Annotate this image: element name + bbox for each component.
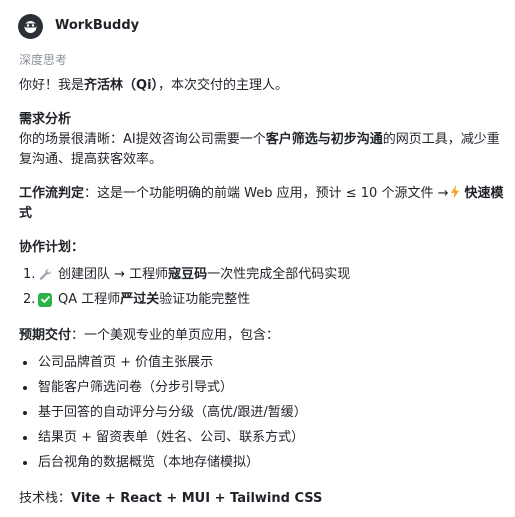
needs-strong: 客户筛选与初步沟通 (265, 132, 383, 147)
workflow-desc: ：这是一个功能明确的前端 Web 应用，预计 ≤ 10 个源文件 → (84, 186, 449, 201)
workbuddy-avatar-icon (18, 13, 43, 39)
tech-stack-line: 技术栈：Vite + React + MUI + Tailwind CSS (19, 489, 507, 509)
list-item: 公司品牌首页 + 价值主张展示 (19, 350, 507, 375)
plan-section: 协作计划： 1. 创建团队 → 工程师寇豆码一次性完成全部代码实现 2. QA … (19, 238, 507, 312)
needs-pre: 你的场景很清晰：AI提效咨询公司需要一个 (19, 132, 266, 147)
needs-text: 你的场景很清晰：AI提效咨询公司需要一个客户筛选与初步沟通的网页工具，减少重复沟… (19, 130, 507, 170)
plan-heading: 协作计划： (19, 240, 85, 255)
assistant-header: WorkBuddy (18, 13, 139, 39)
list-item: 基于回答的自动评分与分级（高优/跟进/暂缓） (19, 400, 507, 425)
bullet-icon (23, 360, 27, 365)
plan-step-text: 创建团队 → 工程师寇豆码一次性完成全部代码实现 (58, 266, 351, 282)
greeting-line: 你好！我是齐活林（Qi），本次交付的主理人。 (19, 76, 507, 96)
greeting-pre: 你好！我是 (19, 78, 85, 93)
assistant-name: WorkBuddy (55, 18, 140, 33)
greeting-name: 齐活林（Qi） (84, 78, 159, 93)
thinking-status[interactable]: 深度思考 (19, 50, 67, 70)
message-body: 你好！我是齐活林（Qi），本次交付的主理人。 需求分析 你的场景很清晰：AI提效… (19, 76, 507, 509)
needs-section: 需求分析 你的场景很清晰：AI提效咨询公司需要一个客户筛选与初步沟通的网页工具，… (19, 110, 507, 170)
delivery-section: 预期交付：一个美观专业的单页应用，包含： 公司品牌首页 + 价值主张展示 智能客… (19, 326, 507, 475)
delivery-intro: 预期交付：一个美观专业的单页应用，包含： (19, 326, 507, 346)
delivery-list: 公司品牌首页 + 价值主张展示 智能客户筛选问卷（分步引导式） 基于回答的自动评… (19, 350, 507, 475)
checkmark-icon (38, 292, 52, 307)
list-item: 智能客户筛选问卷（分步引导式） (19, 375, 507, 400)
lightning-icon (450, 185, 460, 199)
plan-step-number: 2. (23, 291, 36, 307)
needs-heading: 需求分析 (19, 112, 72, 127)
delivery-desc: ：一个美观专业的单页应用，包含： (71, 328, 280, 343)
list-item: 后台视角的数据概览（本地存储模拟） (19, 450, 507, 475)
plan-step: 2. QA 工程师严过关验证功能完整性 (19, 287, 507, 312)
greeting-post: ，本次交付的主理人。 (158, 78, 289, 93)
delivery-label: 预期交付 (19, 328, 72, 343)
workflow-text: 工作流判定：这是一个功能明确的前端 Web 应用，预计 ≤ 10 个源文件 → 快… (19, 184, 507, 224)
chat-message: WorkBuddy 深度思考 你好！我是齐活林（Qi），本次交付的主理人。 需求… (0, 0, 515, 517)
plan-list: 1. 创建团队 → 工程师寇豆码一次性完成全部代码实现 2. QA 工程师严过关… (19, 262, 507, 312)
workflow-label: 工作流判定 (19, 186, 85, 201)
wrench-icon (38, 268, 52, 282)
plan-step: 1. 创建团队 → 工程师寇豆码一次性完成全部代码实现 (19, 262, 507, 287)
plan-step-number: 1. (23, 266, 36, 282)
list-item: 结果页 + 留资表单（姓名、公司、联系方式） (19, 425, 507, 450)
bullet-icon (23, 385, 27, 390)
workflow-section: 工作流判定：这是一个功能明确的前端 Web 应用，预计 ≤ 10 个源文件 → 快… (19, 184, 507, 224)
bullet-icon (23, 435, 27, 440)
plan-step-text: QA 工程师严过关验证功能完整性 (58, 291, 251, 307)
tech-stack-label: 技术栈： (19, 491, 72, 506)
tech-stack-value: Vite + React + MUI + Tailwind CSS (71, 491, 323, 506)
bullet-icon (23, 410, 27, 415)
bullet-icon (23, 460, 27, 465)
